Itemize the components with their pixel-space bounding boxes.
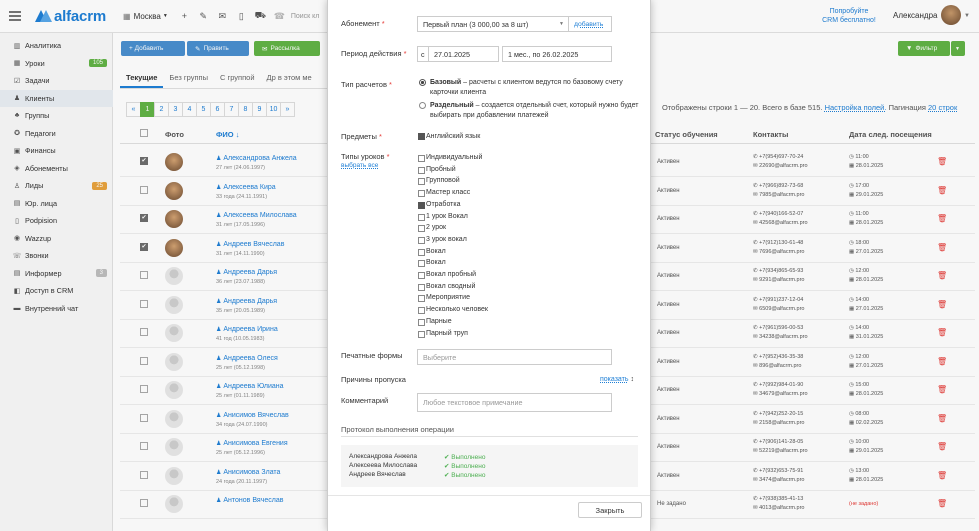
lesson-type-checkbox[interactable] [418, 295, 425, 303]
lesson-type-checkbox[interactable] [418, 225, 425, 233]
comment-textarea[interactable]: Любое текстовое примечание [417, 393, 612, 412]
protocol-status: ✔ Выполнено [444, 463, 486, 470]
lesson-type-label: Пробный [426, 165, 456, 173]
lesson-type-checkbox[interactable] [418, 155, 425, 162]
protocol-client-name: Александрова Анжела [349, 453, 418, 460]
lesson-type-label: Парный труп [426, 329, 468, 337]
print-forms-select[interactable]: Выберите [417, 349, 612, 365]
lesson-type-label: 2 урок [426, 224, 447, 232]
add-abonement-link-box[interactable]: добавить [568, 16, 612, 32]
chevron-down-icon: ▼ [559, 21, 564, 27]
app-window: alfacrm ▦ Москва ▼ + ✎ ✉ ▯ ⛟ ☎ Поиск кл … [0, 0, 979, 531]
close-button[interactable]: Закрыть [578, 502, 642, 518]
period-start-input[interactable]: 27.01.2025 [428, 46, 499, 62]
calc-base-text: Базовый – расчеты с клиентом ведутся по … [430, 79, 623, 96]
lesson-type-checkbox[interactable] [418, 260, 425, 268]
abonement-label: Абонемент * [341, 19, 385, 28]
abonement-modal: Абонемент * Первый план (3 000,00 за 8 ш… [327, 0, 651, 531]
calc-separate-radio[interactable] [419, 102, 426, 109]
lesson-type-checkbox[interactable] [418, 272, 425, 279]
protocol-status: ✔ Выполнено [444, 472, 486, 479]
print-forms-label: Печатные формы [341, 351, 403, 360]
protocol-status: ✔ Выполнено [444, 454, 486, 461]
lesson-type-label: Мастер класс [426, 189, 471, 197]
lesson-type-checkbox[interactable] [418, 318, 425, 326]
protocol-box: Александрова Анжела ✔ Выполнено Алексеева … [341, 445, 638, 487]
subjects-label: Предметы * [341, 132, 382, 141]
lesson-type-label: Несколько человек [426, 306, 488, 314]
lesson-type-label: 3 урок вокал [426, 235, 467, 243]
lesson-type-label: Отработка [426, 200, 461, 208]
lesson-type-checkbox[interactable] [418, 283, 425, 291]
lesson-type-checkbox[interactable] [418, 178, 425, 186]
footer-divider [328, 495, 650, 496]
add-abonement-link[interactable]: добавить [574, 21, 603, 28]
show-absence-link[interactable]: показать ↕ [600, 376, 634, 383]
lesson-type-checkbox[interactable] [418, 330, 425, 338]
lesson-type-checkbox[interactable] [418, 236, 425, 244]
select-all-link[interactable]: выбрать все [341, 162, 378, 169]
calc-separate-text: Раздельный – создается отдельный счет, к… [430, 102, 639, 119]
protocol-client-name: Алексеева Милослава [349, 462, 418, 469]
absence-reasons-label: Причины пропуска [341, 375, 406, 384]
lesson-type-checkbox[interactable] [418, 213, 425, 221]
lesson-type-checkbox[interactable] [418, 307, 425, 315]
subject-label: Английский язык [426, 133, 481, 140]
lesson-type-label: 1 урок Вокал [426, 212, 468, 220]
period-label: Период действия * [341, 49, 407, 58]
lesson-type-label: Мероприятие [426, 294, 470, 302]
lesson-type-label: Вокал [426, 247, 446, 255]
protocol-client-name: Андреев Вячеслав [349, 471, 406, 478]
period-end-input[interactable]: 1 мес., по 26.02.2025 [502, 46, 612, 62]
lesson-type-label: Вокал сводный [426, 282, 476, 290]
subject-checkbox[interactable] [418, 133, 425, 140]
comment-label: Комментарий [341, 396, 389, 405]
abonement-value: Первый план (3 000,00 за 8 шт) [423, 19, 529, 29]
lesson-type-label: Парные [426, 317, 452, 325]
abonement-select[interactable]: Первый план (3 000,00 за 8 шт) ▼ [417, 16, 569, 32]
lesson-type-checkbox[interactable] [418, 248, 425, 256]
lesson-types-label: Типы уроков * [341, 152, 390, 161]
lesson-type-checkbox[interactable] [418, 201, 425, 209]
protocol-divider [341, 436, 638, 437]
lesson-type-label: Групповой [426, 177, 460, 185]
lesson-type-label: Вокал пробный [426, 271, 477, 278]
protocol-title: Протокол выполнения операции [341, 425, 454, 434]
calc-base-radio[interactable] [419, 79, 426, 86]
lesson-type-label: Вокал [426, 259, 446, 267]
lesson-type-label: Индивидуальный [426, 154, 483, 161]
calc-type-label: Тип расчетов * [341, 80, 392, 89]
lesson-type-checkbox[interactable] [418, 166, 425, 174]
lesson-type-checkbox[interactable] [418, 190, 425, 198]
